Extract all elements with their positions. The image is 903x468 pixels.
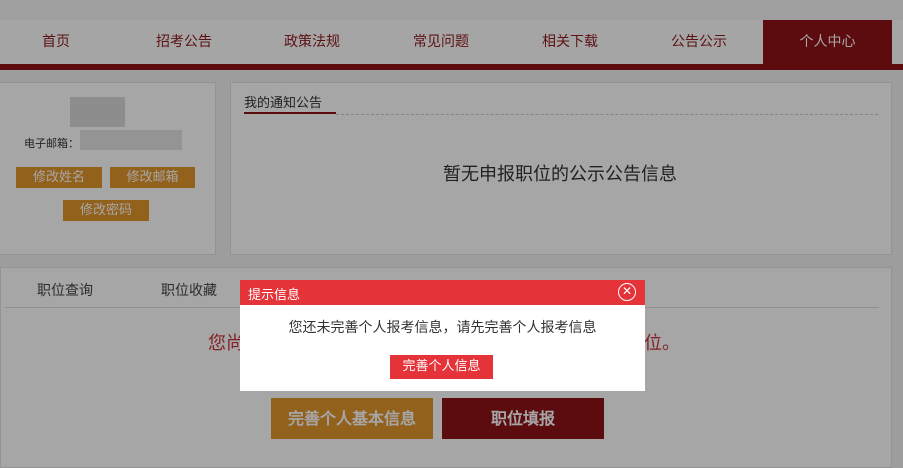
close-icon[interactable]: ✕ xyxy=(618,283,636,301)
dialog-header: 提示信息 ✕ xyxy=(240,280,645,305)
dialog-message: 您还未完善个人报考信息，请先完善个人报考信息 xyxy=(288,320,597,336)
modal-overlay xyxy=(0,0,903,468)
dialog-title: 提示信息 xyxy=(248,288,301,303)
prompt-dialog: 提示信息 ✕ 您还未完善个人报考信息，请先完善个人报考信息 完善个人信息 xyxy=(240,280,645,391)
complete-personal-info-button[interactable]: 完善个人信息 xyxy=(390,355,493,379)
